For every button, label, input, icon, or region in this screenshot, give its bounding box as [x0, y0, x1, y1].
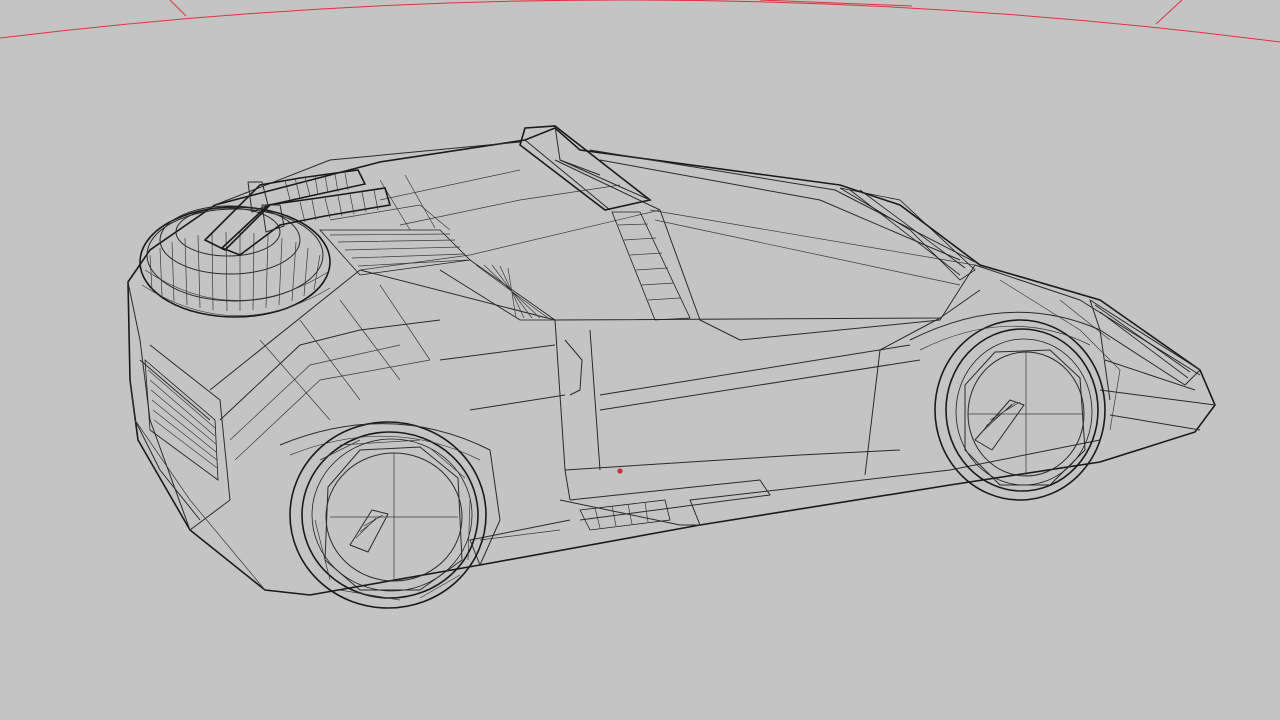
hood-vents — [319, 174, 557, 321]
side-skirt-details — [479, 499, 700, 541]
rear-wheel — [934, 319, 1106, 501]
car-front-nose — [127, 269, 441, 591]
view-boundary-guide — [0, 0, 1280, 43]
roof-turret — [139, 205, 331, 318]
car-wireframe-model[interactable] — [127, 125, 1216, 609]
viewport-canvas[interactable] — [0, 0, 1280, 720]
selection-vertex-marker[interactable] — [617, 468, 623, 474]
3d-viewport[interactable] — [0, 0, 1280, 720]
wheel-arches — [279, 311, 1111, 566]
